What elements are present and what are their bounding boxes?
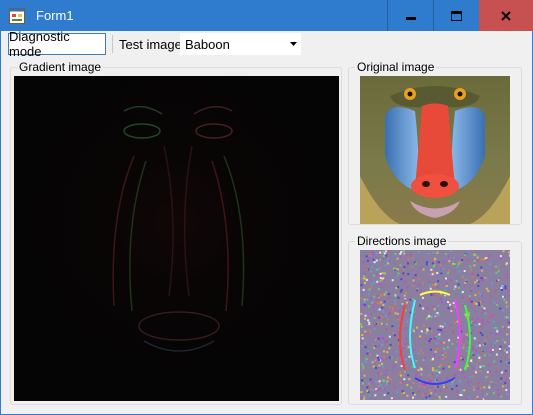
gradient-image-group: Gradient image bbox=[10, 60, 342, 405]
gradient-image-title: Gradient image bbox=[17, 60, 104, 74]
minimize-button[interactable] bbox=[387, 0, 433, 31]
close-button[interactable] bbox=[479, 0, 533, 31]
directions-image-group: Directions image bbox=[348, 234, 522, 405]
original-image bbox=[360, 76, 510, 224]
test-image-dropdown[interactable]: Baboon bbox=[180, 33, 301, 55]
client-area: Diagnostic mode Test image Baboon Gradie… bbox=[1, 29, 532, 414]
original-image-title: Original image bbox=[355, 60, 437, 74]
original-image-group: Original image bbox=[348, 60, 522, 225]
toolbar-separator bbox=[112, 35, 113, 53]
gradient-image bbox=[14, 76, 339, 401]
close-icon bbox=[501, 10, 511, 21]
test-image-label: Test image bbox=[119, 37, 182, 52]
directions-image bbox=[360, 250, 510, 400]
directions-image-title: Directions image bbox=[355, 234, 449, 248]
form-app-icon[interactable] bbox=[9, 8, 25, 24]
app-window: Form1 Diagnostic mode Test image Baboon bbox=[0, 0, 533, 415]
test-image-value: Baboon bbox=[185, 37, 230, 52]
chevron-down-icon[interactable] bbox=[290, 42, 297, 46]
diagnostic-mode-button[interactable]: Diagnostic mode bbox=[8, 29, 106, 59]
maximize-button[interactable] bbox=[433, 0, 479, 31]
maximize-icon bbox=[451, 10, 462, 21]
title-bar[interactable]: Form1 bbox=[0, 0, 533, 32]
minimize-icon bbox=[405, 16, 416, 20]
window-title: Form1 bbox=[36, 8, 74, 23]
